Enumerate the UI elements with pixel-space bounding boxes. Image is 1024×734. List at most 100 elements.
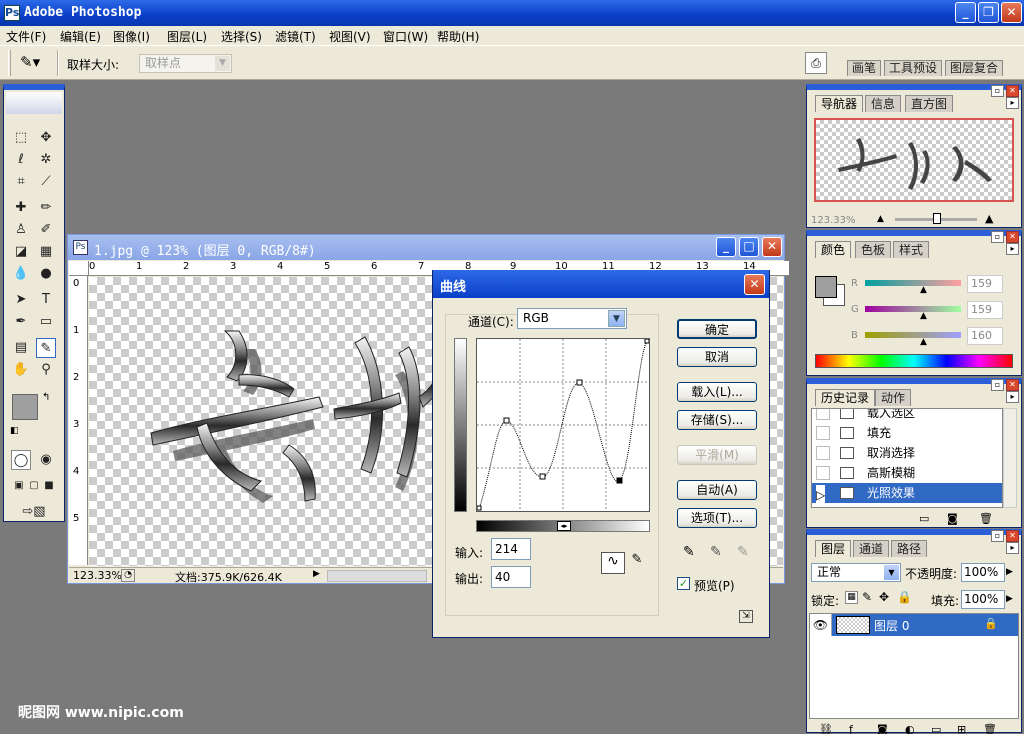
blue-slider-thumb-icon[interactable]: ▲	[920, 337, 927, 347]
well-tab-brushes[interactable]: 画笔	[847, 60, 882, 76]
channel-select[interactable]: RGB ▼	[517, 308, 627, 329]
slice-tool-icon[interactable]: ⟋	[36, 172, 56, 192]
status-menu-arrow-icon[interactable]: ▶	[313, 569, 325, 582]
lock-position-icon[interactable]: ✥	[879, 590, 889, 604]
eye-icon[interactable]: 👁	[810, 614, 832, 636]
document-maximize-button[interactable]: □	[739, 237, 759, 257]
curve-control-point[interactable]	[503, 417, 510, 424]
tab-history[interactable]: 历史记录	[815, 389, 876, 406]
curve-tool-icon[interactable]: ∿	[601, 552, 625, 574]
input-field[interactable]: 214	[491, 538, 531, 560]
panel-minimize-icon[interactable]: ▫	[991, 379, 1004, 391]
document-minimize-button[interactable]: _	[716, 237, 736, 257]
healing-brush-tool-icon[interactable]: ✚	[11, 198, 31, 218]
navigator-thumbnail[interactable]	[814, 118, 1014, 202]
history-item[interactable]: 填充	[812, 423, 1002, 443]
tab-color[interactable]: 颜色	[815, 241, 852, 258]
blend-mode-select[interactable]: 正常 ▼	[811, 563, 901, 582]
tab-histogram[interactable]: 直方图	[905, 95, 954, 112]
chevron-down-icon[interactable]: ▼	[215, 56, 230, 71]
green-slider[interactable]	[865, 306, 961, 312]
black-eyedropper-icon[interactable]: ✎	[683, 544, 695, 560]
tab-channels[interactable]: 通道	[853, 540, 890, 557]
tab-swatches[interactable]: 色板	[855, 241, 892, 258]
red-slider-thumb-icon[interactable]: ▲	[920, 285, 927, 295]
curve-control-point[interactable]	[644, 338, 650, 344]
panel-close-icon[interactable]: ✕	[1006, 85, 1019, 97]
history-snapshot-box[interactable]	[816, 466, 830, 480]
layer-row[interactable]: 图层 0 🔒	[832, 614, 1018, 636]
minimize-button[interactable]: _	[955, 2, 976, 23]
gray-eyedropper-icon[interactable]: ✎	[710, 544, 722, 560]
gradient-toggle-icon[interactable]: ◂▸	[557, 521, 571, 531]
eyedropper-tool-icon[interactable]: ✎	[36, 338, 56, 358]
curves-graph[interactable]	[476, 338, 650, 512]
link-layers-icon[interactable]: ⛓	[819, 723, 833, 734]
gradient-tool-icon[interactable]: ▦	[36, 242, 56, 262]
pencil-tool-icon[interactable]: ✎	[629, 552, 645, 574]
lasso-tool-icon[interactable]: ℓ	[11, 150, 31, 170]
zoom-readout[interactable]: 123.33%	[73, 569, 122, 582]
fill-field[interactable]: 100%	[961, 590, 1005, 609]
well-tab-tool-presets[interactable]: 工具预设	[884, 60, 943, 76]
foreground-color-swatch[interactable]	[12, 394, 38, 420]
zoom-out-icon[interactable]: ▲	[877, 214, 884, 224]
history-item-selected[interactable]: ▷ 光照效果	[812, 483, 1002, 505]
document-titlebar[interactable]: Ps 1.jpg @ 123% (图层 0, RGB/8#) _ □ ✕	[68, 235, 784, 260]
menu-image[interactable]: 图像(I)	[113, 28, 150, 45]
curves-dialog-titlebar[interactable]: 曲线 ✕	[433, 270, 769, 298]
clone-stamp-tool-icon[interactable]: ♙	[11, 220, 31, 240]
lock-transparent-pixels-icon[interactable]: ▦	[845, 591, 858, 604]
cancel-button[interactable]: 取消	[677, 347, 757, 367]
magic-wand-tool-icon[interactable]: ✲	[36, 150, 56, 170]
delete-layer-icon[interactable]: 🗑	[983, 723, 997, 734]
fill-slider-arrow-icon[interactable]: ▶	[1006, 594, 1013, 604]
menu-window[interactable]: 窗口(W)	[383, 28, 428, 45]
panel-minimize-icon[interactable]: ▫	[991, 85, 1004, 97]
panel-close-icon[interactable]: ✕	[1006, 379, 1019, 391]
history-snapshot-box[interactable]	[816, 426, 830, 440]
sample-size-select[interactable]: 取样点 ▼	[139, 54, 232, 73]
green-slider-thumb-icon[interactable]: ▲	[920, 311, 927, 321]
color-spectrum-bar[interactable]	[815, 354, 1013, 368]
tab-paths[interactable]: 路径	[891, 540, 928, 557]
green-value-field[interactable]: 159	[967, 301, 1003, 319]
blue-slider[interactable]	[865, 332, 961, 338]
crop-tool-icon[interactable]: ⌗	[11, 172, 31, 192]
dodge-tool-icon[interactable]: ●	[36, 264, 56, 284]
menu-filter[interactable]: 滤镜(T)	[275, 28, 316, 45]
eraser-tool-icon[interactable]: ◪	[11, 242, 31, 262]
close-button[interactable]: ✕	[1001, 2, 1022, 23]
white-eyedropper-icon[interactable]: ✎	[737, 544, 749, 560]
expand-dialog-icon[interactable]: ⇲	[739, 610, 753, 623]
notes-tool-icon[interactable]: ▤	[11, 338, 31, 358]
save-button[interactable]: 存储(S)...	[677, 410, 757, 430]
load-button[interactable]: 载入(L)...	[677, 382, 757, 402]
history-snapshot-box[interactable]	[816, 409, 830, 420]
type-tool-icon[interactable]: T	[36, 290, 56, 310]
default-colors-icon[interactable]: ◧	[10, 426, 19, 436]
opacity-slider-arrow-icon[interactable]: ▶	[1006, 567, 1013, 577]
well-tab-layer-comps[interactable]: 图层复合	[945, 60, 1004, 76]
feather-logo[interactable]	[6, 92, 62, 114]
navigator-zoom-slider[interactable]	[895, 213, 977, 224]
blur-tool-icon[interactable]: 💧	[11, 264, 31, 284]
curve-control-point-selected[interactable]	[616, 477, 623, 484]
curve-control-point[interactable]	[576, 379, 583, 386]
chevron-down-icon[interactable]: ▼	[884, 565, 899, 580]
history-brush-tool-icon[interactable]: ✐	[36, 220, 56, 240]
curves-close-button[interactable]: ✕	[744, 274, 765, 295]
layer-style-icon[interactable]: ƒ	[849, 723, 853, 734]
adjustment-layer-icon[interactable]: ◐	[905, 723, 915, 734]
history-state-pointer-icon[interactable]: ▷	[816, 485, 826, 505]
panel-close-icon[interactable]: ✕	[1006, 530, 1019, 542]
menu-layer[interactable]: 图层(L)	[167, 28, 207, 45]
pen-tool-icon[interactable]: ✒	[11, 312, 31, 332]
history-item[interactable]: 载入选区	[812, 409, 1002, 423]
tab-info[interactable]: 信息	[865, 95, 902, 112]
eyedropper-tool-preset-icon[interactable]: ✎▾	[20, 53, 40, 71]
file-browser-icon[interactable]: ⎙	[805, 52, 827, 74]
full-screen-mode-icon[interactable]: ■	[39, 476, 59, 496]
panel-minimize-icon[interactable]: ▫	[991, 231, 1004, 243]
panel-menu-icon[interactable]: ▸	[1006, 391, 1019, 403]
